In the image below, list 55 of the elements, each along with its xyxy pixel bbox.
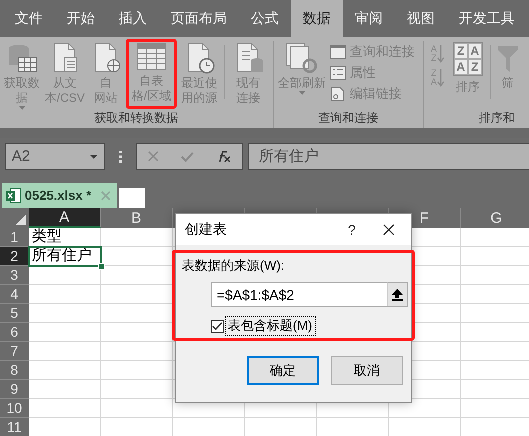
list-icon xyxy=(330,66,346,80)
sort-button[interactable]: Z A A Z 排序 xyxy=(452,41,484,109)
ribbon-tab[interactable]: 开始 xyxy=(55,0,107,37)
select-all-icon[interactable] xyxy=(16,215,26,225)
range-field[interactable]: =$A$1:$A$2 xyxy=(211,282,387,307)
link-document-icon xyxy=(330,87,346,101)
row-header[interactable]: 5 xyxy=(0,304,29,323)
ribbon-tab[interactable]: 审阅 xyxy=(343,0,395,37)
column-header[interactable]: B xyxy=(101,208,173,228)
refresh-icon xyxy=(285,42,319,74)
dialog-title: 创建表 xyxy=(185,220,228,238)
ribbon-tab[interactable]: 数据 xyxy=(291,0,343,37)
row-header[interactable]: 4 xyxy=(0,285,29,304)
ribbon-tab[interactable]: 页面布局 xyxy=(159,0,239,37)
ribbon-tab[interactable]: 开发工具 xyxy=(447,0,527,37)
ribbon-tab[interactable]: 文件 xyxy=(3,0,55,37)
up-arrow-icon xyxy=(392,288,403,300)
table-cell[interactable]: 类型 xyxy=(29,228,101,247)
table-icon xyxy=(136,42,168,72)
dialog-button[interactable]: 取消 xyxy=(331,356,403,385)
name-box[interactable]: A2 xyxy=(5,143,105,170)
row-header[interactable]: 7 xyxy=(0,342,29,361)
checkbox-label[interactable]: 表包含标题(M) xyxy=(226,317,314,335)
row-header[interactable]: 11 xyxy=(0,418,29,436)
group-label: 获取和转换数据 xyxy=(94,111,178,125)
column-header[interactable]: A xyxy=(29,208,101,228)
workbook-tab[interactable]: 0525.xlsx * xyxy=(2,183,117,208)
collapse-button[interactable] xyxy=(387,282,408,307)
window-icon xyxy=(330,45,346,59)
row-header[interactable]: 1 xyxy=(0,228,29,247)
group-label: 排序和 xyxy=(479,111,515,125)
ribbon-tab[interactable]: 公式 xyxy=(239,0,291,37)
close-icon xyxy=(383,224,395,236)
check-icon[interactable] xyxy=(181,152,194,162)
field-label: 表数据的来源(W): xyxy=(182,257,286,275)
group-label: 查询和连接 xyxy=(318,111,378,125)
ribbon-tab[interactable]: 插入 xyxy=(107,0,159,37)
caret-icon xyxy=(298,91,306,95)
row-header[interactable]: 9 xyxy=(0,380,29,399)
row-header[interactable]: 8 xyxy=(0,361,29,380)
row-header[interactable]: 6 xyxy=(0,323,29,342)
formula-field[interactable]: 所有住户 xyxy=(248,143,529,170)
more-icon xyxy=(119,150,122,162)
row-header[interactable]: 3 xyxy=(0,266,29,285)
spreadsheet-icon xyxy=(6,188,22,204)
checkbox[interactable] xyxy=(211,320,224,332)
row-header[interactable]: 2 xyxy=(0,247,29,266)
caret-icon xyxy=(18,106,26,110)
function-icon[interactable] xyxy=(216,150,231,163)
help-button[interactable]: ? xyxy=(337,220,367,238)
dialog-button[interactable]: 确定 xyxy=(247,356,319,385)
ribbon-tab[interactable]: 视图 xyxy=(395,0,447,37)
row-header[interactable]: 10 xyxy=(0,399,29,418)
caret-icon xyxy=(90,154,98,158)
column-header[interactable]: G xyxy=(461,208,529,228)
